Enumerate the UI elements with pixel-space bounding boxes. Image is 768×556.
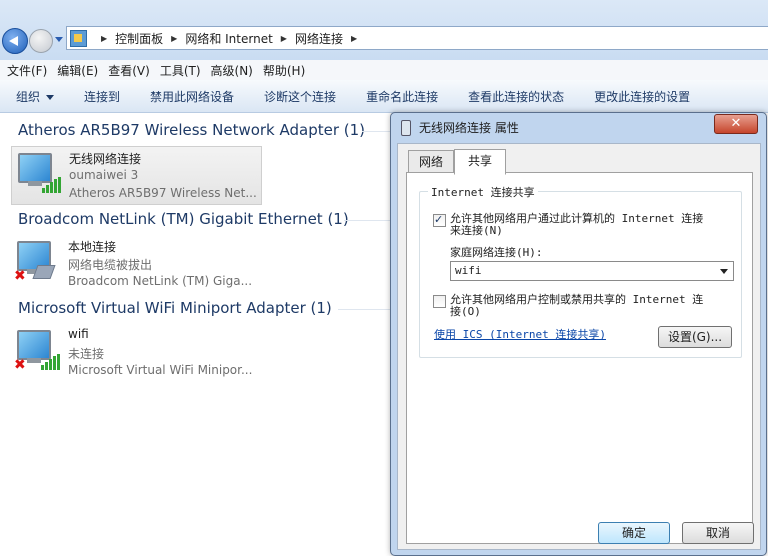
- close-button[interactable]: ✕: [714, 114, 758, 134]
- group-divider: [344, 220, 390, 221]
- chevron-down-icon: [720, 269, 728, 274]
- menu-tools[interactable]: 工具(T): [160, 62, 201, 79]
- adapter-device: Broadcom NetLink (TM) Giga...: [68, 274, 253, 288]
- change-settings-button[interactable]: 更改此连接的设置: [594, 88, 690, 105]
- back-arrow-icon[interactable]: [2, 28, 28, 54]
- menu-help[interactable]: 帮助(H): [263, 62, 305, 79]
- settings-button[interactable]: 设置(G)...: [658, 326, 732, 348]
- breadcrumb-control-panel[interactable]: 控制面板: [115, 30, 163, 47]
- ics-help-link[interactable]: 使用 ICS (Internet 连接共享): [434, 326, 606, 342]
- adapter-name: 无线网络连接: [69, 152, 142, 166]
- menu-file[interactable]: 文件(F): [7, 62, 47, 79]
- adapter-wifi[interactable]: ✖ wifi 未连接 Microsoft Virtual WiFi Minipo…: [11, 324, 260, 381]
- chevron-down-icon: [46, 94, 55, 100]
- menu-view[interactable]: 查看(V): [108, 62, 150, 79]
- adapter-name: 本地连接: [68, 240, 117, 254]
- allow-control-label-line1: 允许其他网络用户控制或禁用共享的 Internet 连: [450, 293, 704, 306]
- group-divider: [338, 309, 390, 310]
- adapter-device: Atheros AR5B97 Wireless Net...: [69, 186, 257, 200]
- view-status-button[interactable]: 查看此连接的状态: [468, 88, 564, 105]
- adapter-name: wifi: [68, 327, 89, 341]
- menu-edit[interactable]: 编辑(E): [57, 62, 98, 79]
- allow-share-label-line2: 来连接(N): [450, 224, 503, 237]
- allow-control-checkbox[interactable]: [433, 295, 446, 308]
- group-title-microsoft: Microsoft Virtual WiFi Miniport Adapter …: [18, 299, 332, 317]
- forward-arrow-icon[interactable]: [29, 29, 53, 53]
- adapter-wireless[interactable]: 无线网络连接 oumaiwei 3 Atheros AR5B97 Wireles…: [11, 146, 262, 205]
- allow-share-label[interactable]: 允许其他网络用户通过此计算机的 Internet 连接 来连接(N): [450, 213, 703, 237]
- adapter-status: 未连接: [68, 347, 105, 361]
- group-title-broadcom: Broadcom NetLink (TM) Gigabit Ethernet (…: [18, 210, 349, 228]
- control-panel-icon: [70, 29, 87, 47]
- allow-control-label[interactable]: 允许其他网络用户控制或禁用共享的 Internet 连 接(O): [450, 294, 703, 318]
- chevron-right-icon[interactable]: ▶: [101, 34, 107, 43]
- ics-groupbox: Internet 连接共享 允许其他网络用户通过此计算机的 Internet 连…: [419, 184, 742, 358]
- adapter-status: oumaiwei 3: [69, 168, 139, 182]
- dialog-title: 无线网络连接 属性: [419, 121, 519, 135]
- properties-dialog: 无线网络连接 属性 ✕ 网络 共享 Internet 连接共享 允许其他网络用户…: [390, 112, 767, 556]
- disconnected-x-icon: ✖: [14, 268, 26, 284]
- ethernet-cable-icon: [32, 265, 56, 279]
- group-divider: [362, 131, 390, 132]
- rename-button[interactable]: 重命名此连接: [366, 88, 438, 105]
- organize-button[interactable]: 组织: [16, 88, 55, 105]
- allow-control-label-line2: 接(O): [450, 305, 481, 318]
- chevron-right-icon[interactable]: ▶: [351, 34, 357, 43]
- adapter-status: 网络电缆被拔出: [68, 258, 153, 272]
- disable-device-button[interactable]: 禁用此网络设备: [150, 88, 234, 105]
- command-toolbar: 组织 连接到 禁用此网络设备 诊断这个连接 重命名此连接 查看此连接的状态 更改…: [0, 80, 768, 113]
- tab-network[interactable]: 网络: [408, 150, 454, 174]
- home-network-label: 家庭网络连接(H):: [450, 246, 543, 259]
- dialog-body: 网络 共享 Internet 连接共享 允许其他网络用户通过此计算机的 Inte…: [397, 143, 761, 550]
- cancel-button[interactable]: 取消: [682, 522, 754, 544]
- ok-button[interactable]: 确定: [598, 522, 670, 544]
- diagnose-button[interactable]: 诊断这个连接: [264, 88, 336, 105]
- chevron-right-icon[interactable]: ▶: [171, 34, 177, 43]
- address-bar-area: ▶ 控制面板 ▶ 网络和 Internet ▶ 网络连接 ▶: [0, 0, 768, 60]
- disconnected-x-icon: ✖: [14, 357, 26, 373]
- sharing-panel: Internet 连接共享 允许其他网络用户通过此计算机的 Internet 连…: [406, 172, 753, 544]
- group-title-atheros: Atheros AR5B97 Wireless Network Adapter …: [18, 121, 366, 139]
- adapter-local[interactable]: ✖ 本地连接 网络电缆被拔出 Broadcom NetLink (TM) Gig…: [11, 235, 260, 292]
- adapter-properties-icon: [401, 119, 411, 136]
- allow-share-checkbox[interactable]: [433, 213, 446, 227]
- home-network-value: wifi: [455, 264, 482, 277]
- connect-to-button[interactable]: 连接到: [84, 88, 120, 105]
- history-dropdown-icon[interactable]: [55, 37, 63, 42]
- adapter-device: Microsoft Virtual WiFi Minipor...: [68, 363, 253, 377]
- menu-advanced[interactable]: 高级(N): [211, 62, 253, 79]
- menu-bar: 文件(F) 编辑(E) 查看(V) 工具(T) 高级(N) 帮助(H): [0, 60, 768, 80]
- organize-label: 组织: [16, 89, 41, 104]
- breadcrumb-network-internet[interactable]: 网络和 Internet: [185, 30, 272, 47]
- tab-sharing[interactable]: 共享: [454, 149, 506, 175]
- breadcrumb-network-connections[interactable]: 网络连接: [295, 30, 343, 47]
- ics-section-title: Internet 连接共享: [428, 184, 538, 200]
- chevron-right-icon[interactable]: ▶: [281, 34, 287, 43]
- signal-bars-icon: [42, 177, 62, 193]
- signal-bars-icon: [41, 354, 61, 370]
- dialog-title-bar[interactable]: 无线网络连接 属性: [401, 119, 519, 136]
- home-network-select[interactable]: wifi: [450, 261, 734, 281]
- address-input[interactable]: ▶ 控制面板 ▶ 网络和 Internet ▶ 网络连接 ▶: [66, 26, 768, 50]
